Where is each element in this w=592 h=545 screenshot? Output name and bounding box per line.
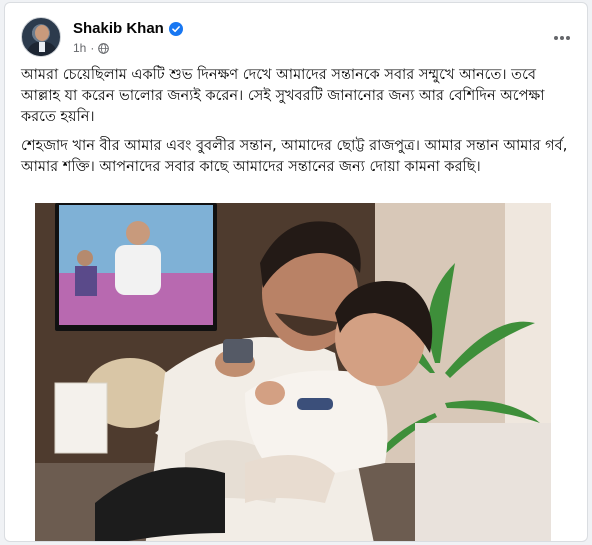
post-text: আমরা চেয়েছিলাম একটি শুভ দিনক্ষণ দেখে আম… (21, 65, 577, 186)
globe-icon[interactable] (98, 42, 110, 54)
avatar-shirt (39, 42, 45, 52)
post-meta: 1h · (73, 41, 110, 55)
ellipsis-icon (554, 36, 570, 40)
more-options-icon[interactable] (547, 23, 577, 53)
author-row: Shakib Khan (73, 20, 183, 37)
avatar-face (35, 25, 49, 41)
post-card: Shakib Khan 1h · আমরা চেয়েছিলাম একটি শু… (4, 2, 588, 542)
author-avatar[interactable] (21, 17, 61, 57)
verified-badge-icon (168, 21, 183, 36)
author-name[interactable]: Shakib Khan (73, 20, 164, 37)
photo-illustration (35, 203, 551, 541)
post-photo[interactable] (35, 203, 551, 541)
post-header: Shakib Khan 1h · (21, 17, 581, 61)
meta-separator: · (90, 41, 95, 55)
post-time[interactable]: 1h (73, 41, 86, 55)
post-paragraph: শেহজাদ খান বীর আমার এবং বুবলীর সন্তান, আ… (21, 138, 568, 175)
post-paragraph: আমরা চেয়েছিলাম একটি শুভ দিনক্ষণ দেখে আম… (21, 67, 545, 125)
